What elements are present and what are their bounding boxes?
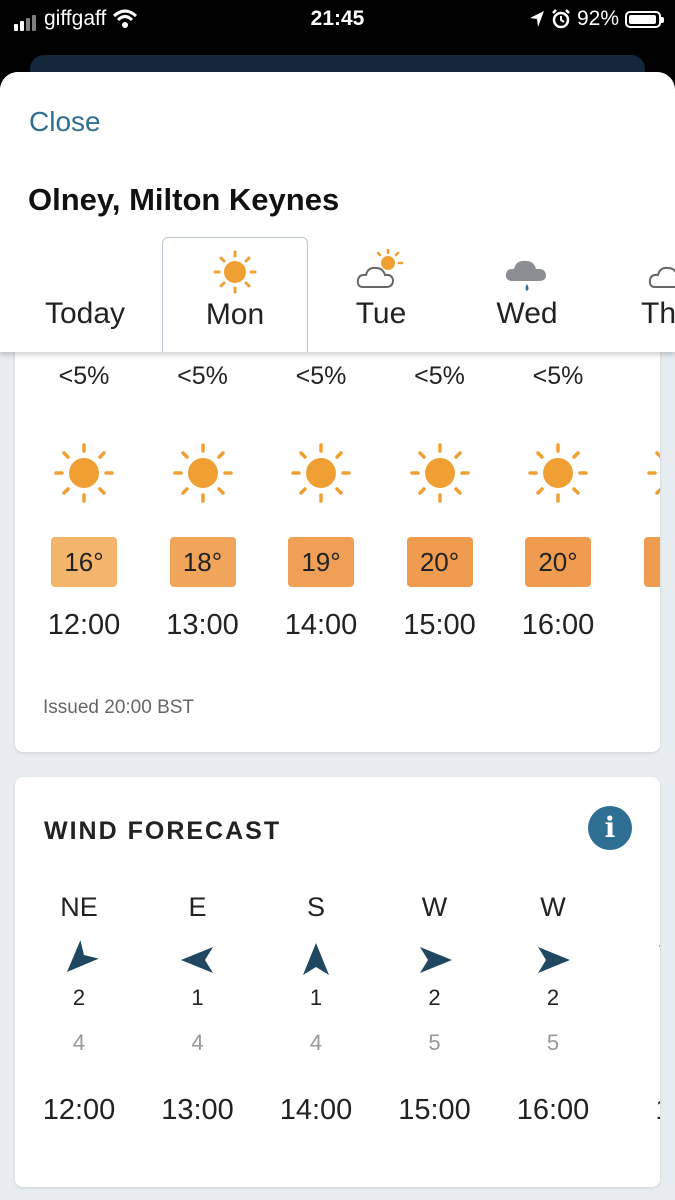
wind-direction: W — [421, 892, 448, 922]
hour-label: 16:00 — [521, 609, 595, 641]
hour-label: 16:00 — [516, 1094, 590, 1126]
temperature-badge: 2 — [643, 537, 660, 587]
battery-percent: 92% — [576, 7, 619, 30]
tab-label: Mon — [205, 298, 265, 331]
hour-label: 14:00 — [284, 609, 358, 641]
hour-label: 12:00 — [42, 1094, 116, 1126]
sun-icon — [213, 250, 257, 294]
sun-icon — [29, 442, 139, 504]
sun-icon — [148, 442, 258, 504]
wind-gust: 4 — [191, 1030, 204, 1055]
tab-label: Tue — [355, 297, 407, 330]
wind-arrow-icon — [380, 939, 490, 981]
hour-label: 13:00 — [166, 609, 239, 641]
precip-chance: <5% — [532, 362, 584, 390]
location-title: Olney, Milton Keynes — [28, 182, 340, 217]
day-tabs: Today Mon Tue Wed Th — [0, 237, 675, 352]
precip-chance: <5% — [177, 362, 228, 390]
wind-speed: 2 — [546, 985, 560, 1010]
sun-cloud-icon — [356, 249, 404, 288]
hour-label: 15:00 — [398, 1094, 471, 1126]
wind-direction: NE — [60, 892, 98, 922]
precip-chance: <5% — [58, 362, 110, 390]
forecast-sheet: Close Olney, Milton Keynes Today Mon Tue… — [0, 72, 675, 1200]
wind-forecast-card: WIND FORECAST i NE 2 4 12:00 E 1 4 13:00 S 1 4 14:0… — [15, 777, 660, 1187]
temperature-badge: 18° — [169, 537, 236, 587]
location-arrow-icon — [529, 11, 544, 27]
alarm-icon — [552, 9, 570, 29]
battery-icon — [625, 10, 664, 28]
temperature-badge: 20° — [406, 537, 473, 587]
wind-gust: 4 — [309, 1030, 323, 1055]
tab-mon[interactable]: Mon — [162, 237, 308, 352]
status-right-group: 92% — [529, 7, 664, 31]
info-icon[interactable]: i — [588, 806, 632, 850]
rain-cloud-icon — [505, 260, 546, 291]
tab-label: Wed — [496, 297, 558, 330]
sun-icon — [266, 442, 376, 504]
wind-arrow-icon — [24, 939, 134, 981]
tab-label: Th — [641, 297, 675, 330]
wind-arrow-icon — [498, 939, 608, 981]
wind-speed: 2 — [72, 985, 86, 1010]
precip-chance: <5% — [295, 362, 347, 390]
wind-arrow-icon — [143, 939, 253, 981]
temperature-badge: 20° — [525, 537, 591, 587]
wind-direction: W — [540, 892, 566, 922]
precip-chance: < — [622, 362, 661, 391]
hour-label: 17 — [617, 1094, 660, 1127]
status-bar: giffgaff 21:45 92% — [0, 0, 675, 40]
cloud-icon — [648, 266, 675, 288]
tab-today[interactable]: Today — [12, 237, 158, 352]
tab-tue[interactable]: Tue — [308, 237, 454, 352]
wind-direction: N — [617, 892, 661, 923]
wind-gust: 4 — [72, 1030, 86, 1055]
hourly-forecast-card: <5% 16° 12:00 <5% 18° 13:00 <5% 19° 14:00 <5% 20° 1… — [15, 312, 660, 752]
sheet-header: Close Olney, Milton Keynes Today Mon Tue… — [0, 72, 675, 352]
close-button[interactable]: Close — [29, 106, 101, 138]
temperature-badge: 16° — [51, 537, 117, 587]
wind-direction: E — [188, 892, 207, 922]
issued-time: Issued 20:00 BST — [43, 697, 195, 718]
hour-label: 17 — [622, 609, 661, 642]
precip-chance: <5% — [414, 362, 465, 390]
hour-label: 12:00 — [47, 609, 121, 641]
sun-icon — [622, 442, 660, 504]
wind-gust: 5 — [546, 1030, 560, 1055]
hour-label: 14:00 — [279, 1094, 353, 1126]
wind-direction: S — [306, 892, 325, 922]
wind-arrow-icon — [617, 939, 660, 981]
hour-label: 13:00 — [161, 1094, 234, 1126]
wind-arrow-icon — [261, 939, 371, 981]
tab-thu[interactable]: Th — [600, 237, 675, 352]
wind-speed: 1 — [309, 985, 323, 1010]
sun-icon — [503, 442, 613, 504]
wind-forecast-title: WIND FORECAST — [44, 817, 282, 845]
sun-icon — [385, 442, 495, 504]
temperature-badge: 19° — [288, 537, 354, 587]
wind-speed: 2 — [428, 985, 441, 1010]
tab-wed[interactable]: Wed — [454, 237, 600, 352]
tab-label: Today — [44, 297, 126, 330]
hour-label: 15:00 — [403, 609, 476, 641]
wind-speed: 1 — [191, 985, 204, 1010]
wind-gust: 5 — [428, 1030, 441, 1055]
